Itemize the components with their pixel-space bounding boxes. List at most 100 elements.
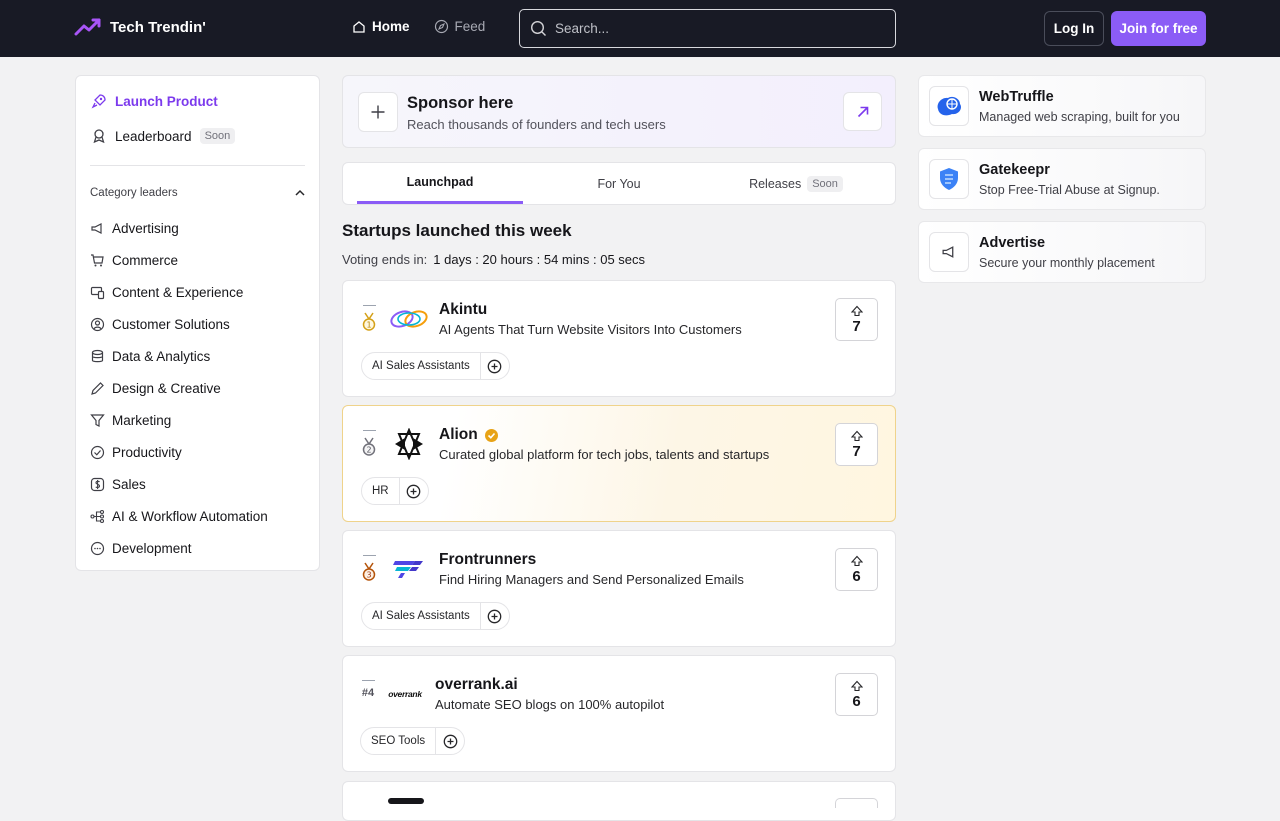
soon-badge: Soon: [199, 128, 236, 144]
tab-for-you[interactable]: For You: [536, 163, 702, 204]
soon-badge: Soon: [807, 175, 843, 192]
gatekeepr-logo: [929, 159, 969, 199]
category-tag[interactable]: HR: [362, 478, 400, 504]
nav-feed[interactable]: Feed: [434, 19, 486, 34]
countdown-value: 1 days : 20 hours : 54 mins : 05 secs: [433, 252, 646, 267]
add-tag-icon[interactable]: [481, 603, 509, 629]
category-item-data-analytics[interactable]: Data & Analytics: [90, 340, 268, 372]
svg-text:3: 3: [366, 571, 371, 580]
promo-card-webtruffle[interactable]: WebTruffle Managed web scraping, built f…: [918, 75, 1206, 137]
category-tag[interactable]: AI Sales Assistants: [362, 603, 481, 629]
promo-card-advertise[interactable]: Advertise Secure your monthly placement: [918, 221, 1206, 283]
brand-logo[interactable]: Tech Trendin': [74, 17, 206, 37]
product-name[interactable]: Alion: [439, 426, 499, 444]
product-logo: [388, 798, 424, 804]
promo-title: Advertise: [979, 235, 1046, 251]
tag-row: SEO Tools: [360, 727, 466, 755]
category-label: Advertising: [112, 220, 179, 236]
search-box[interactable]: [519, 9, 896, 48]
category-heading: Category leaders: [90, 187, 178, 199]
add-tag-icon[interactable]: [481, 353, 509, 379]
product-name[interactable]: overrank.ai: [435, 676, 518, 694]
search-icon: [530, 20, 546, 36]
nav-feed-label: Feed: [454, 19, 486, 34]
award-icon: [93, 129, 105, 144]
promo-subtitle: Managed web scraping, built for you: [979, 110, 1180, 124]
alion-logo: [389, 426, 429, 462]
section-title: Startups launched this week: [342, 221, 572, 240]
category-item-development[interactable]: Development: [90, 532, 268, 564]
product-card[interactable]: #4 overrank overrank.ai Automate SEO blo…: [342, 655, 896, 772]
upvote-button[interactable]: 7: [835, 423, 878, 466]
category-label: Commerce: [112, 252, 179, 268]
category-item-marketing[interactable]: Marketing: [90, 404, 268, 436]
vote-count: 6: [852, 567, 861, 585]
vote-count: 6: [852, 692, 861, 710]
tab-label: For You: [597, 176, 641, 191]
vote-count: 7: [852, 317, 861, 335]
category-label: Productivity: [112, 444, 182, 460]
webtruffle-logo: [929, 86, 969, 126]
upvote-button[interactable]: 6: [835, 548, 878, 591]
category-header[interactable]: Category leaders: [90, 186, 307, 200]
rank-indicator: 2: [361, 430, 377, 457]
category-tag[interactable]: AI Sales Assistants: [362, 353, 481, 379]
code-icon: [90, 541, 105, 555]
category-item-productivity[interactable]: Productivity: [90, 436, 268, 468]
category-item-customer-solutions[interactable]: Customer Solutions: [90, 308, 268, 340]
search-input[interactable]: [555, 21, 875, 36]
category-label: Design & Creative: [112, 380, 221, 396]
join-button[interactable]: Join for free: [1111, 11, 1206, 46]
add-tag-icon[interactable]: [436, 728, 464, 754]
svg-text:2: 2: [366, 446, 371, 455]
product-name[interactable]: Frontrunners: [439, 551, 536, 569]
megaphone-icon: [91, 222, 102, 234]
category-item-advertising[interactable]: Advertising: [90, 212, 268, 244]
category-tag[interactable]: SEO Tools: [361, 728, 437, 754]
category-item-content-experience[interactable]: Content & Experience: [90, 276, 268, 308]
leaderboard-link[interactable]: Leaderboard Soon: [91, 128, 236, 144]
product-card[interactable]: [342, 781, 896, 821]
launch-product-link[interactable]: Launch Product: [91, 93, 218, 109]
tag-row: AI Sales Assistants: [361, 602, 510, 630]
voting-countdown: Voting ends in: 1 days : 20 hours : 54 m…: [342, 252, 645, 267]
product-card[interactable]: 3 Frontrunners Find Hiring Managers and …: [342, 530, 896, 647]
category-item-ai-workflow[interactable]: AI & Workflow Automation: [90, 500, 268, 532]
product-card[interactable]: 2 Alion Curated global platform for tech…: [342, 405, 896, 522]
login-button[interactable]: Log In: [1044, 11, 1104, 46]
arrow-up-right-icon[interactable]: [843, 92, 882, 131]
sponsor-banner[interactable]: Sponsor here Reach thousands of founders…: [342, 75, 896, 148]
nav-home-label: Home: [372, 19, 410, 34]
verified-badge-icon: [484, 428, 498, 442]
brand-name: Tech Trendin': [110, 18, 206, 36]
chevron-up-icon: [295, 189, 305, 196]
upvote-button[interactable]: 6: [835, 673, 878, 716]
category-label: AI & Workflow Automation: [112, 508, 268, 524]
devices-icon: [90, 286, 105, 299]
tab-label: Releases: [749, 176, 802, 191]
product-card[interactable]: 1 Akintu AI Agents That Turn Website Vis…: [342, 280, 896, 397]
category-item-commerce[interactable]: Commerce: [90, 244, 268, 276]
category-label: Customer Solutions: [112, 316, 230, 332]
category-label: Data & Analytics: [112, 348, 211, 364]
add-tag-icon[interactable]: [400, 478, 428, 504]
promo-card-gatekeepr[interactable]: Gatekeepr Stop Free-Trial Abuse at Signu…: [918, 148, 1206, 210]
upvote-icon: [850, 305, 863, 316]
category-item-design-creative[interactable]: Design & Creative: [90, 372, 268, 404]
trend-arrow-icon: [74, 18, 101, 36]
plus-icon: [358, 92, 398, 132]
tab-launchpad[interactable]: Launchpad: [357, 163, 523, 204]
nav-home[interactable]: Home: [352, 19, 410, 34]
rank-indicator: 1: [361, 305, 377, 332]
category-list: Advertising Commerce Content & Experienc…: [90, 219, 268, 571]
tag-row: AI Sales Assistants: [361, 352, 510, 380]
product-name[interactable]: Akintu: [439, 301, 487, 319]
sponsor-subtitle: Reach thousands of founders and tech use…: [407, 117, 666, 132]
workflow-icon: [90, 509, 105, 523]
category-label: Marketing: [112, 412, 172, 428]
upvote-button[interactable]: 7: [835, 298, 878, 341]
category-item-sales[interactable]: Sales: [90, 468, 268, 500]
home-icon: [353, 20, 365, 33]
upvote-icon: [850, 430, 863, 441]
tab-releases[interactable]: Releases Soon: [713, 163, 879, 204]
